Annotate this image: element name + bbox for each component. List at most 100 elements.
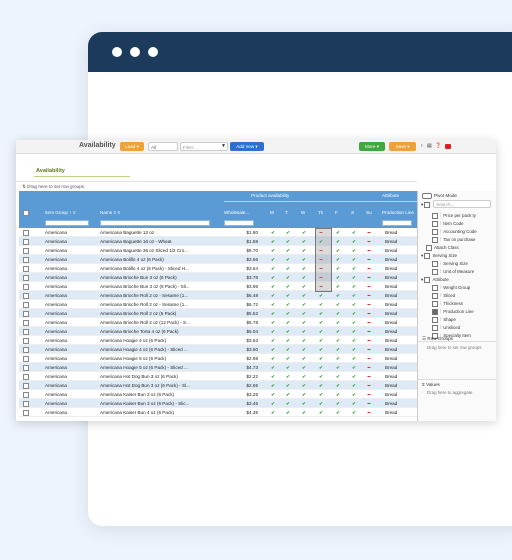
available-check-icon[interactable]: ✔ (349, 309, 359, 318)
row-groups-hint[interactable]: Drag here to set row groups (427, 345, 481, 350)
column-item[interactable]: ⁞ Sliced (432, 293, 455, 299)
available-check-icon[interactable]: ✔ (333, 291, 343, 300)
available-check-icon[interactable]: ✔ (299, 327, 309, 336)
unavailable-dash-icon[interactable]: ━ (364, 282, 374, 291)
drag-handle-icon[interactable]: ⁞ (440, 325, 441, 330)
column-item[interactable]: ⁞ Price per pack ty (432, 213, 476, 219)
available-check-icon[interactable]: ✔ (268, 255, 278, 264)
available-check-icon[interactable]: ✔ (333, 408, 343, 417)
table-row[interactable]: Americana Americana Brioche Bun 3 oz (6 P… (19, 282, 417, 291)
row-checkbox[interactable] (23, 383, 29, 389)
col-day-s[interactable]: S (351, 210, 354, 215)
column-checkbox[interactable] (424, 253, 431, 259)
available-check-icon[interactable]: ✔ (268, 345, 278, 354)
available-check-icon[interactable]: ✔ (316, 345, 326, 354)
available-check-icon[interactable]: ✔ (268, 354, 278, 363)
available-check-icon[interactable]: ✔ (299, 408, 309, 417)
available-check-icon[interactable]: ✔ (349, 273, 359, 282)
col-day-su[interactable]: Su (366, 210, 372, 215)
unavailable-dash-icon[interactable]: ━ (364, 255, 374, 264)
table-row[interactable]: Americana Americana Brioche Roll 2 oz - S… (19, 300, 417, 309)
available-check-icon[interactable]: ✔ (299, 228, 309, 237)
available-check-icon[interactable]: ✔ (349, 318, 359, 327)
available-check-icon[interactable]: ✔ (268, 390, 278, 399)
column-item[interactable]: ⁞ Tax on purchase (432, 237, 475, 243)
drag-handle-icon[interactable]: ⁞ (440, 309, 441, 314)
row-checkbox[interactable] (23, 356, 29, 362)
available-check-icon[interactable]: ✔ (349, 327, 359, 336)
unavailable-dash-icon[interactable]: ━ (364, 390, 374, 399)
column-search-input[interactable]: Search... (433, 200, 491, 208)
available-check-icon[interactable]: ✔ (299, 354, 309, 363)
filter-wholesale[interactable] (224, 220, 254, 226)
available-check-icon[interactable]: ✔ (333, 327, 343, 336)
row-group-drop-zone[interactable]: ⇅ Drag here to set row groups (16, 181, 417, 190)
drag-handle-icon[interactable]: ⁞ (440, 317, 441, 322)
available-check-icon[interactable]: ✔ (268, 327, 278, 336)
more-button[interactable]: More ▾ (359, 142, 385, 151)
column-item[interactable]: ▾ Serving Size (421, 253, 457, 259)
available-check-icon[interactable]: ✔ (349, 363, 359, 372)
available-check-icon[interactable]: ✔ (299, 291, 309, 300)
unavailable-dash-icon[interactable]: ━ (364, 399, 374, 408)
available-check-icon[interactable]: ✔ (349, 291, 359, 300)
available-check-icon[interactable]: ✔ (283, 318, 293, 327)
available-check-icon[interactable]: ✔ (299, 282, 309, 291)
expand-all-icon[interactable]: ▾ (421, 202, 432, 208)
table-row[interactable]: Americana Americana Kaiser Bun 3 oz (6 Pa… (19, 390, 417, 399)
available-check-icon[interactable]: ✔ (333, 336, 343, 345)
column-checkbox[interactable] (432, 293, 438, 299)
table-row[interactable]: Americana Americana Kaiser Bun 3 oz (6 Pa… (19, 399, 417, 408)
col-wholesale[interactable]: Wholesale... (224, 210, 254, 215)
available-check-icon[interactable]: ✔ (316, 390, 326, 399)
column-checkbox[interactable] (432, 229, 438, 235)
available-check-icon[interactable]: ✔ (268, 399, 278, 408)
available-check-icon[interactable]: ✔ (333, 372, 343, 381)
unavailable-dash-icon[interactable]: ━ (364, 354, 374, 363)
available-check-icon[interactable]: ✔ (333, 255, 343, 264)
column-item[interactable]: ⁞ Accounting Code (432, 229, 477, 235)
available-check-icon[interactable]: ✔ (349, 282, 359, 291)
table-row[interactable]: Americana Americana Brioche Torta 4 oz (6… (19, 327, 417, 336)
bulb-icon[interactable]: ♀ (420, 143, 424, 149)
drag-handle-icon[interactable]: ⁞ (440, 269, 441, 274)
row-checkbox[interactable] (23, 347, 29, 353)
unavailable-dash-icon[interactable]: ━ (364, 372, 374, 381)
column-item[interactable]: ⁞ Thickness (432, 301, 463, 307)
table-row[interactable]: Americana Americana Brioche Bun 3 oz (6 P… (19, 273, 417, 282)
available-check-icon[interactable]: ✔ (299, 300, 309, 309)
available-check-icon[interactable]: ✔ (283, 381, 293, 390)
youtube-icon[interactable] (445, 144, 451, 149)
available-check-icon[interactable]: ✔ (316, 408, 326, 417)
available-check-icon[interactable]: ✔ (349, 300, 359, 309)
table-row[interactable]: Americana Americana Bolillo 4 oz (6 Pack)… (19, 255, 417, 264)
available-check-icon[interactable]: ✔ (268, 372, 278, 381)
col-name[interactable]: Name ≡ ≡ (100, 210, 120, 215)
book-icon[interactable]: ▤ (427, 143, 432, 149)
row-checkbox[interactable] (23, 284, 29, 290)
available-check-icon[interactable]: ✔ (316, 309, 326, 318)
table-row[interactable]: Americana Americana Hoagie 4 oz (6 Pack) … (19, 345, 417, 354)
available-check-icon[interactable]: ✔ (299, 345, 309, 354)
col-day-t[interactable]: T (285, 210, 288, 215)
table-row[interactable]: Americana Americana Hot Dog Bun 3 oz (6 P… (19, 372, 417, 381)
row-checkbox[interactable] (23, 266, 29, 272)
available-check-icon[interactable]: ✔ (333, 381, 343, 390)
table-row[interactable]: Americana Americana Kaiser Bun 4 oz (6 Pa… (19, 408, 417, 417)
load-button[interactable]: Load ▾ (120, 142, 144, 151)
column-checkbox[interactable] (432, 309, 438, 315)
available-check-icon[interactable]: ✔ (333, 363, 343, 372)
row-checkbox[interactable] (23, 257, 29, 263)
available-check-icon[interactable]: ✔ (316, 363, 326, 372)
available-check-icon[interactable]: ✔ (268, 291, 278, 300)
add-new-button[interactable]: Add new ▾ (230, 142, 264, 151)
table-row[interactable]: Americana Americana Hot Dog Bun 3 oz (6 P… (19, 381, 417, 390)
available-check-icon[interactable]: ✔ (299, 399, 309, 408)
column-checkbox[interactable] (432, 221, 438, 227)
save-button[interactable]: Save ▾ (389, 142, 416, 151)
filter-item-group[interactable] (45, 220, 89, 226)
available-check-icon[interactable]: ✔ (268, 336, 278, 345)
available-check-icon[interactable]: ✔ (316, 399, 326, 408)
row-checkbox[interactable] (23, 365, 29, 371)
values-hint[interactable]: Drag here to aggregate (427, 390, 472, 395)
